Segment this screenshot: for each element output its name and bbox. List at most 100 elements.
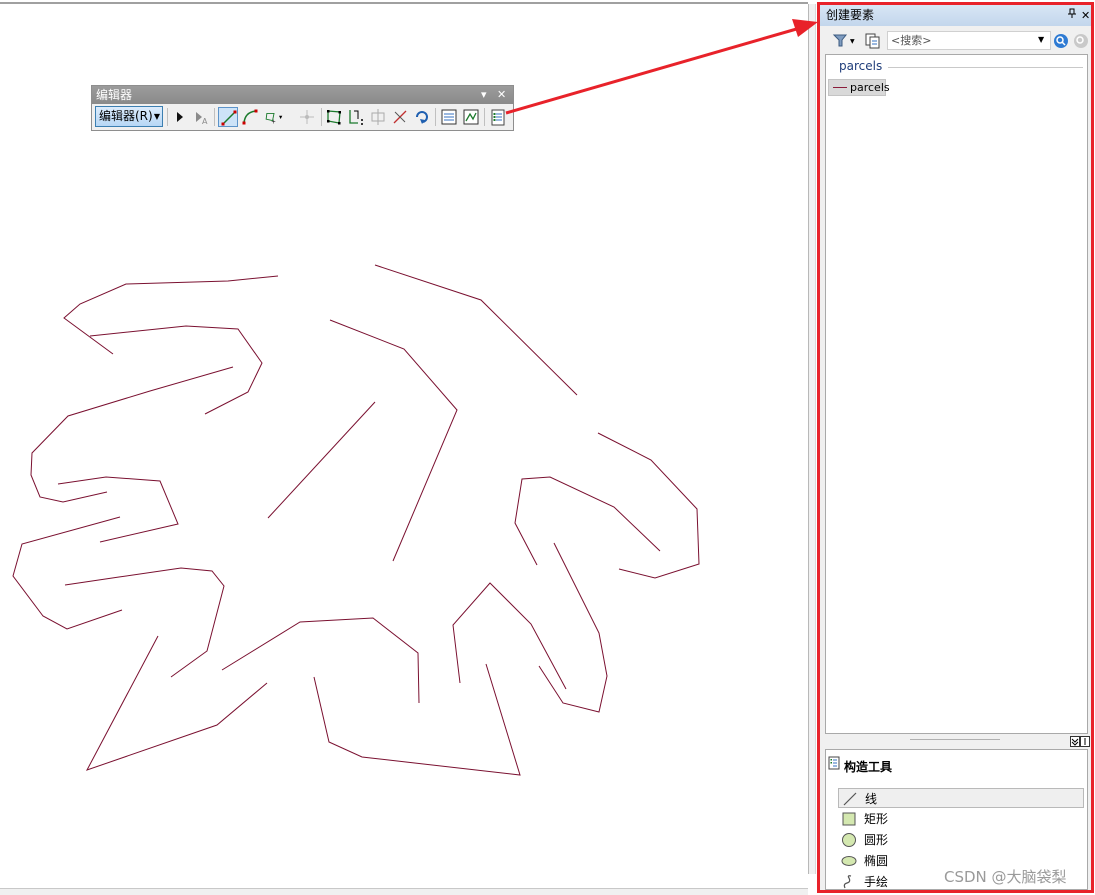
search-dropdown-chevron-icon[interactable]: ▼ — [1038, 35, 1044, 44]
polygon-trace-icon: +▼ — [265, 112, 283, 125]
feature-template-list[interactable]: parcels parcels — [825, 54, 1088, 734]
pointer-arrow-icon — [177, 112, 183, 122]
construction-tool-label: 圆形 — [864, 833, 889, 847]
straight-segment-button[interactable] — [218, 107, 238, 127]
parcel-line — [267, 401, 376, 519]
midpoint-icon — [300, 110, 314, 124]
edit-vertices-icon — [327, 110, 341, 125]
construction-tool-label: 矩形 — [864, 812, 889, 826]
chevron-down-icon: ▼ — [153, 112, 160, 121]
arc-segment-icon — [242, 109, 258, 125]
line-icon — [843, 792, 857, 806]
parcel-line — [597, 432, 700, 579]
cut-polygon-icon — [371, 109, 385, 125]
parcel-line — [63, 275, 279, 355]
collapse-buttons[interactable] — [1070, 736, 1090, 747]
editor-toolbar-titlebar[interactable]: 编辑器 ▾ ✕ — [92, 86, 513, 104]
svg-text:▼: ▼ — [279, 115, 283, 120]
attributes-table-icon — [441, 109, 457, 125]
svg-text:A: A — [202, 117, 208, 126]
search-icon — [1054, 34, 1068, 48]
pin-icon[interactable] — [1068, 5, 1076, 26]
construction-tool-label: 椭圆 — [864, 854, 889, 868]
search-button[interactable] — [1053, 33, 1069, 49]
attributes-button[interactable] — [439, 107, 459, 127]
construction-tool-circle[interactable]: 圆形 — [838, 830, 1084, 850]
watermark: CSDN @大脑袋梨 — [944, 868, 1067, 886]
create-features-panel: 创建要素 ✕ ▼ <搜索> ▼ parcels parcels 构造工具 线 矩… — [817, 2, 1094, 893]
parcel-line — [30, 366, 234, 503]
search-input[interactable]: <搜索> — [887, 31, 1051, 50]
toolbar-options-icon[interactable]: ▾ — [481, 86, 487, 104]
svg-text:+: + — [271, 119, 276, 125]
toolbar-separator — [167, 108, 168, 126]
reshape-icon — [349, 110, 363, 125]
sketch-properties-button[interactable] — [461, 107, 481, 127]
parcel-line — [221, 617, 420, 704]
filter-icon: ▼ — [832, 34, 855, 47]
rectangle-icon — [842, 812, 856, 826]
create-features-window-button[interactable] — [488, 107, 508, 127]
straight-segment-icon — [221, 110, 237, 126]
rotate-tool-button[interactable] — [412, 107, 432, 127]
parcel-line — [85, 635, 268, 771]
editor-menu-label: 编辑器(R) — [99, 109, 153, 123]
rotate-icon — [416, 111, 428, 124]
map-top-border — [0, 2, 808, 4]
template-item-label: parcels — [850, 81, 890, 94]
close-icon[interactable]: ✕ — [497, 86, 506, 104]
edit-tool-button[interactable] — [170, 107, 190, 127]
construction-tools-title: 构造工具 — [844, 760, 893, 774]
panel-titlebar[interactable]: 创建要素 ✕ — [820, 5, 1091, 26]
midpoint-tool-button[interactable] — [297, 107, 317, 127]
construction-tool-label: 手绘 — [864, 875, 889, 889]
parcel-line — [89, 325, 263, 415]
construction-tools-icon — [828, 756, 840, 770]
line-symbol-swatch — [833, 87, 847, 88]
arcmap-editing-window: 编辑器 ▾ ✕ 编辑器(R) ▼ A + ▼ 创建要素 ✕ ▼ <搜索> ▼ p… — [0, 0, 1095, 895]
group-divider — [888, 67, 1083, 68]
clear-search-icon — [1074, 34, 1088, 48]
editor-menu-dropdown[interactable]: 编辑器(R) ▼ — [95, 106, 163, 127]
parcel-line — [57, 476, 179, 543]
toolbar-separator — [435, 108, 436, 126]
circle-icon — [842, 833, 856, 847]
pane-splitter[interactable] — [808, 4, 816, 874]
panel-search-row: ▼ <搜索> ▼ — [820, 28, 1091, 54]
parcel-line — [12, 516, 123, 630]
sketch-properties-icon — [463, 109, 479, 125]
ellipse-icon — [841, 856, 857, 866]
parcel-line — [538, 542, 608, 713]
parcel-line — [374, 264, 578, 396]
list-splitter-grip[interactable] — [910, 739, 1000, 740]
cut-polygons-button[interactable] — [368, 107, 388, 127]
toolbar-separator — [321, 108, 322, 126]
panel-title: 创建要素 — [826, 8, 875, 22]
editor-toolbar[interactable]: 编辑器 ▾ ✕ 编辑器(R) ▼ A + ▼ — [91, 85, 514, 131]
edit-annotation-tool-button[interactable]: A — [191, 107, 211, 127]
collapse-icon — [1070, 736, 1090, 747]
svg-text:▼: ▼ — [850, 38, 855, 45]
close-icon[interactable]: ✕ — [1081, 5, 1090, 26]
trace-tool-dropdown[interactable]: + ▼ — [264, 107, 292, 127]
parcel-line — [329, 319, 458, 562]
template-item-parcels[interactable]: parcels — [828, 79, 890, 96]
construction-tool-line[interactable]: 线 — [838, 788, 1084, 808]
construction-tool-label: 线 — [865, 792, 878, 806]
parcel-line — [452, 582, 567, 690]
status-strip — [0, 888, 808, 895]
construction-tool-rectangle[interactable]: 矩形 — [838, 809, 1084, 829]
organize-templates-button[interactable] — [864, 32, 882, 50]
split-line-icon — [393, 110, 407, 124]
parcel-line — [313, 663, 521, 776]
toolbar-separator — [214, 108, 215, 126]
create-features-icon — [491, 109, 505, 126]
reshape-feature-button[interactable] — [346, 107, 366, 127]
clear-search-button[interactable] — [1073, 33, 1089, 49]
edit-vertices-button[interactable] — [324, 107, 344, 127]
arc-segment-button[interactable] — [240, 107, 260, 127]
template-group-heading: parcels — [839, 59, 883, 73]
filter-dropdown-button[interactable]: ▼ — [832, 32, 858, 50]
split-tool-button[interactable] — [390, 107, 410, 127]
freehand-icon — [843, 875, 852, 889]
